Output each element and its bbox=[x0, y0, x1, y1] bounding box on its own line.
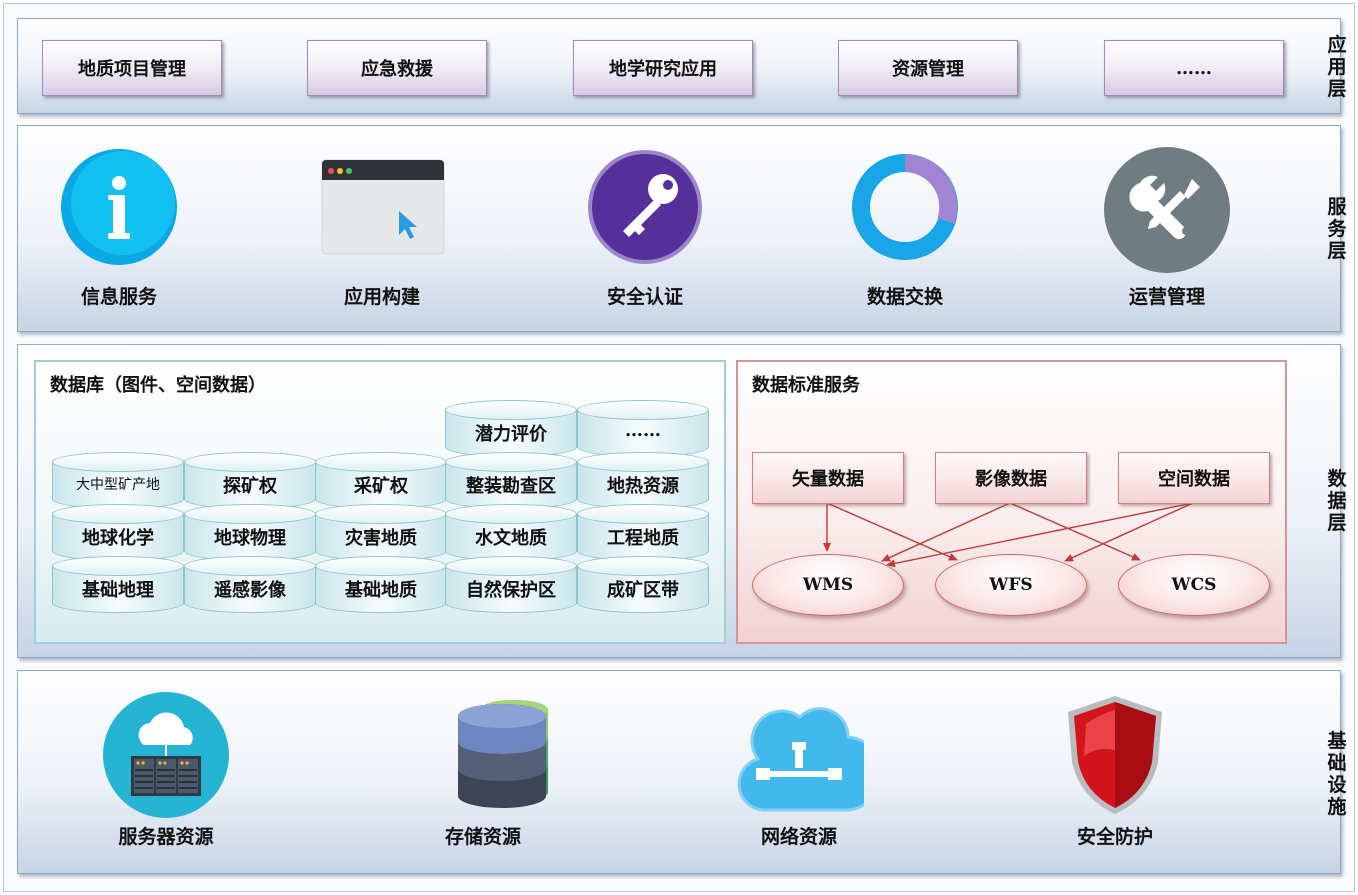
arrow-vector-wfs bbox=[826, 502, 958, 561]
infra-network: 网络资源 bbox=[699, 690, 899, 848]
spatial-data-box: 空间数据 bbox=[1118, 452, 1270, 504]
shield-icon bbox=[1068, 696, 1162, 814]
cloud-server-icon bbox=[103, 692, 229, 818]
infra-network-label: 网络资源 bbox=[760, 826, 837, 848]
image-data-box: 影像数据 bbox=[935, 452, 1087, 504]
arrow-image-wcs bbox=[1009, 502, 1141, 561]
arrow-spatial-wfs bbox=[1064, 502, 1194, 562]
infra-security-label: 安全防护 bbox=[1076, 826, 1153, 848]
infra-storage-label: 存储资源 bbox=[444, 826, 521, 848]
wcs-oval: WCS bbox=[1118, 554, 1270, 616]
infra-security: 安全防护 bbox=[1015, 690, 1215, 848]
infra-server-label: 服务器资源 bbox=[118, 826, 214, 848]
cloud-network-icon bbox=[737, 707, 864, 812]
arrow-image-wms bbox=[881, 502, 1011, 562]
wfs-oval: WFS bbox=[935, 554, 1087, 616]
infra-storage: 存储资源 bbox=[383, 690, 583, 848]
infra-server: 服务器资源 bbox=[66, 690, 266, 848]
database-stack-icon bbox=[458, 700, 548, 808]
infrastructure-layer-label: 基 础 设 施 bbox=[1327, 730, 1347, 818]
wms-oval: WMS bbox=[752, 554, 904, 616]
vector-data-box: 矢量数据 bbox=[752, 452, 904, 504]
